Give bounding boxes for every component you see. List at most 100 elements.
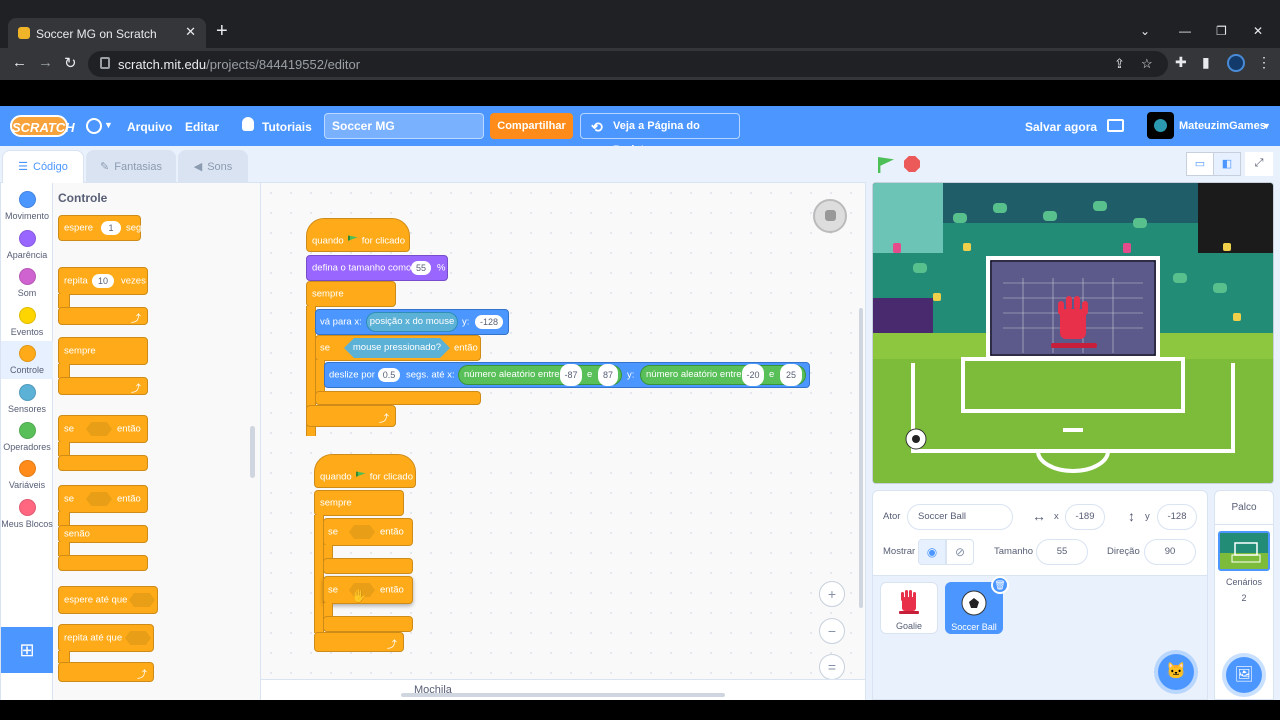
goto-xy-block[interactable]: vá para x: posição x do mouse y: -128 — [315, 309, 509, 335]
forever-block[interactable]: sempre — [314, 490, 404, 516]
condition-slot[interactable] — [125, 631, 151, 645]
add-sprite-button[interactable]: 🐱 — [1158, 654, 1194, 690]
add-extension-button[interactable]: ⊞ — [1, 627, 53, 673]
if-then-block[interactable]: se então — [58, 415, 148, 443]
if-then-block[interactable]: se mouse pressionado? então — [315, 335, 481, 361]
tutorials-lightbulb-icon[interactable] — [242, 117, 254, 131]
direction-input[interactable]: 90 — [1144, 539, 1196, 565]
tutorials-menu[interactable]: Tutoriais — [262, 120, 312, 134]
sprite-card-soccer-ball[interactable]: Soccer Ball 🗑 — [945, 576, 1009, 634]
side-panel-icon[interactable]: ▮ — [1202, 54, 1210, 71]
close-window-icon[interactable]: ✕ — [1253, 24, 1263, 38]
random-to-input[interactable]: 25 — [780, 364, 802, 386]
maximize-icon[interactable]: ❐ — [1216, 24, 1227, 38]
repeat-block[interactable]: repita 10 vezes — [58, 267, 148, 295]
if-then-block[interactable]: se então — [323, 518, 413, 546]
glide-seconds-input[interactable]: 0.5 — [378, 368, 400, 382]
condition-slot[interactable] — [86, 422, 112, 436]
wait-seconds-input[interactable]: 1 — [101, 221, 121, 235]
workspace-vertical-scrollbar[interactable] — [859, 308, 863, 608]
backpack-bar[interactable]: Mochila — [261, 679, 865, 701]
chevron-down-icon[interactable]: ▼ — [104, 120, 113, 130]
project-title-input[interactable]: Soccer MG — [324, 113, 484, 139]
size-input[interactable]: 55 — [411, 261, 431, 275]
category-events[interactable]: Eventos — [1, 303, 53, 341]
new-tab-icon[interactable]: + — [216, 21, 228, 41]
show-sprite-eye-icon[interactable]: ◉ — [918, 539, 946, 565]
edit-menu[interactable]: Editar — [185, 120, 219, 134]
if-else-block[interactable]: se então — [58, 485, 148, 513]
sprite-card-goalie[interactable]: Goalie — [880, 582, 938, 634]
tab-costumes[interactable]: ✎ Fantasias — [86, 150, 176, 183]
when-flag-clicked-hat[interactable]: quando for clicado — [306, 218, 410, 252]
zoom-in-button[interactable]: + — [819, 581, 845, 607]
category-control[interactable]: Controle — [1, 341, 53, 379]
workspace-horizontal-scrollbar[interactable] — [401, 693, 725, 697]
stop-icon[interactable] — [904, 156, 920, 172]
extensions-icon[interactable]: ✚ — [1175, 54, 1187, 71]
forever-block[interactable]: sempre — [58, 337, 148, 365]
language-globe-icon[interactable] — [86, 118, 102, 134]
green-flag-icon[interactable] — [878, 157, 894, 173]
my-stuff-folder-icon[interactable] — [1107, 119, 1124, 132]
category-sound[interactable]: Som — [1, 264, 53, 302]
category-motion[interactable]: Movimento — [1, 187, 53, 225]
see-project-page-button[interactable]: ⟲ Veja a Página do Projeto — [580, 113, 740, 156]
tab-search-icon[interactable]: ⌄ — [1140, 24, 1150, 38]
palette-scrollbar[interactable] — [250, 426, 255, 478]
save-now-button[interactable]: Salvar agora — [1025, 120, 1097, 134]
repeat-until-block[interactable]: repita até que — [58, 624, 154, 652]
random-from-input[interactable]: -20 — [742, 364, 764, 386]
add-backdrop-button[interactable]: 🖼 — [1226, 657, 1262, 693]
repeat-count-input[interactable]: 10 — [92, 274, 114, 288]
random-x-reporter[interactable]: número aleatório entre -87 e 87 — [458, 364, 622, 386]
size-input[interactable]: 55 — [1036, 539, 1088, 565]
bookmark-star-icon[interactable]: ☆ — [1141, 56, 1153, 72]
delete-sprite-icon[interactable]: 🗑 — [991, 576, 1009, 594]
close-tab-icon[interactable]: ✕ — [185, 24, 196, 40]
sprite-name-input[interactable]: Soccer Ball — [907, 504, 1013, 530]
reload-icon[interactable]: ↻ — [64, 54, 77, 72]
back-icon[interactable]: ← — [12, 54, 27, 71]
browser-menu-icon[interactable]: ⋮ — [1257, 54, 1271, 71]
zoom-out-button[interactable]: − — [819, 618, 845, 644]
stage-thumbnail[interactable] — [1218, 531, 1270, 571]
url-field[interactable]: scratch.mit.edu/projects/844419552/edito… — [88, 51, 1168, 77]
fullscreen-icon[interactable]: ⤢ — [1245, 152, 1273, 176]
condition-slot[interactable] — [349, 525, 375, 539]
x-position-input[interactable]: -189 — [1065, 504, 1105, 530]
mouse-down-condition[interactable]: mouse pressionado? — [344, 338, 450, 358]
if-then-block-dragging[interactable]: se então — [323, 576, 413, 604]
file-menu[interactable]: Arquivo — [127, 120, 172, 134]
category-operators[interactable]: Operadores — [1, 418, 53, 456]
browser-tab[interactable]: Soccer MG on Scratch ✕ — [8, 18, 206, 48]
y-input[interactable]: -128 — [475, 315, 503, 329]
random-to-input[interactable]: 87 — [598, 364, 618, 386]
tab-code[interactable]: ☰ Código — [2, 150, 84, 183]
tab-sounds[interactable]: ◀ Sons — [178, 150, 248, 183]
condition-slot[interactable] — [129, 593, 155, 607]
small-stage-icon[interactable]: ▭ — [1186, 152, 1214, 176]
when-flag-clicked-hat[interactable]: quando for clicado — [314, 454, 416, 488]
scratch-logo[interactable]: SCRATCH — [10, 115, 75, 137]
category-looks[interactable]: Aparência — [1, 226, 53, 264]
hide-sprite-eye-icon[interactable]: ⊘ — [946, 539, 974, 565]
random-from-input[interactable]: -87 — [560, 364, 582, 386]
stage-target-panel[interactable]: Palco Cenários 2 🖼 — [1214, 490, 1274, 700]
y-position-input[interactable]: -128 — [1157, 504, 1197, 530]
mouse-x-reporter[interactable]: posição x do mouse — [366, 312, 458, 332]
minimize-icon[interactable]: — — [1179, 24, 1191, 38]
condition-slot[interactable] — [86, 492, 112, 506]
category-variables[interactable]: Variáveis — [1, 456, 53, 494]
profile-avatar[interactable] — [1227, 54, 1245, 72]
normal-stage-icon[interactable]: ◧ — [1213, 152, 1241, 176]
random-y-reporter[interactable]: número aleatório entre -20 e 25 — [640, 364, 806, 386]
zoom-reset-button[interactable]: = — [819, 654, 845, 680]
forever-block[interactable]: sempre — [306, 281, 396, 307]
account-menu[interactable]: MateuzimGames ▼ — [1146, 111, 1274, 141]
share-page-icon[interactable]: ⇪ — [1114, 56, 1125, 72]
category-sensing[interactable]: Sensores — [1, 380, 53, 418]
script-workspace[interactable]: quando for clicado defina o tamanho como … — [261, 183, 865, 701]
wait-block[interactable]: espere 1 seg — [58, 215, 141, 241]
forward-icon[interactable]: → — [38, 54, 53, 71]
